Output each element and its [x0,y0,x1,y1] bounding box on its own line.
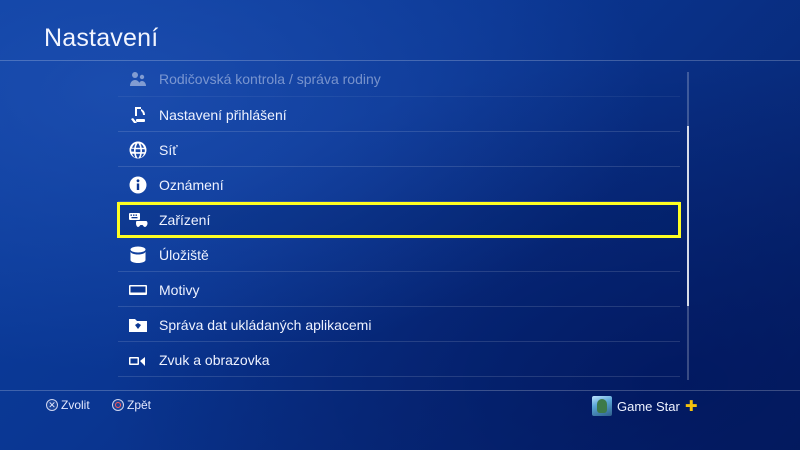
theme-icon [127,279,149,301]
menu-item-label: Správa dat ukládaných aplikacemi [159,316,372,333]
user-profile[interactable]: Game Star ✚ [592,396,697,416]
header-divider [0,60,800,61]
menu-item-label: Rodičovská kontrola / správa rodiny [159,71,381,87]
confirm-hint-label: Zvolit [61,398,90,412]
menu-item-sound-screen[interactable]: Zvuk a obrazovka [118,343,680,377]
menu-item-label: Úložiště [159,246,209,263]
avatar [592,396,612,416]
back-hint-label: Zpět [127,398,152,412]
footer-divider [0,390,800,391]
menu-item-label: Nastavení přihlášení [159,106,287,123]
user-name: Game Star [617,398,680,414]
menu-item-storage[interactable]: Úložiště [118,238,680,272]
menu-item-saved-data[interactable]: Správa dat ukládaných aplikacemi [118,308,680,342]
scrollbar-thumb[interactable] [687,126,689,306]
menu-item-label: Oznámení [159,176,224,193]
menu-item-label: Síť [159,141,178,158]
devices-icon [127,209,149,231]
back-hint: Zpět [112,398,151,412]
settings-menu: Rodičovská kontrola / správa rodiny Nast… [117,62,681,378]
menu-item-devices[interactable]: Zařízení [117,202,681,238]
menu-item-network[interactable]: Síť [118,133,680,167]
sound-screen-icon [127,349,149,371]
scrollbar[interactable] [687,72,689,380]
plus-icon: ✚ [684,398,698,415]
parental-control-icon [127,68,149,90]
info-icon [127,174,149,196]
page-title: Nastavení [44,24,159,52]
confirm-hint: ✕ Zvolit [46,398,90,412]
folder-icon [127,314,149,336]
globe-icon [127,139,149,161]
menu-item-label: Motivy [159,281,200,298]
cross-button-icon: ✕ [46,399,58,411]
login-icon [127,104,149,126]
menu-item-login-settings[interactable]: Nastavení přihlášení [118,98,680,132]
menu-item-parental-control[interactable]: Rodičovská kontrola / správa rodiny [118,62,680,97]
circle-button-icon [112,399,124,411]
menu-item-label: Zvuk a obrazovka [159,351,270,368]
menu-item-label: Zařízení [159,211,211,228]
menu-item-themes[interactable]: Motivy [118,273,680,307]
menu-item-notifications[interactable]: Oznámení [118,168,680,202]
storage-icon [127,244,149,266]
